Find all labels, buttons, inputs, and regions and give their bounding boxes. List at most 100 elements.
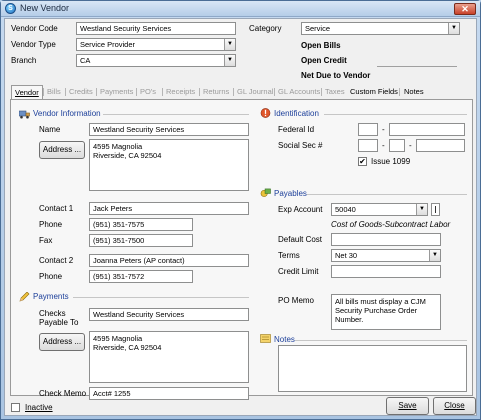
chevron-down-icon[interactable]: ▼: [224, 55, 235, 66]
contact2-label: Contact 2: [39, 256, 74, 265]
tab-divider: [399, 88, 400, 96]
ssn-dash: -: [382, 141, 385, 150]
category-value: Service: [305, 24, 331, 33]
lookup-bar-icon: [435, 206, 436, 213]
ssn-part2-field[interactable]: [389, 139, 405, 152]
dialog-body: Vendor Code Westland Security Services V…: [4, 18, 477, 416]
ssn-dash: -: [409, 141, 412, 150]
tab-divider: [199, 88, 200, 96]
notes-heading: Notes: [274, 335, 295, 344]
terms-label: Terms: [278, 251, 300, 260]
inactive-label-text: Inactive: [25, 403, 53, 412]
vendor-info-heading: Vendor Information: [33, 109, 101, 118]
note-icon: [260, 334, 271, 343]
tab-divider: [274, 88, 275, 96]
alert-icon: [260, 108, 271, 118]
vendor-address-button[interactable]: Address ...: [39, 141, 85, 159]
tab-credits[interactable]: Credits: [66, 85, 96, 99]
terms-select[interactable]: Net 30 ▼: [331, 249, 441, 262]
default-cost-field[interactable]: [331, 233, 441, 246]
new-vendor-window: S New Vendor ✕ Vendor Code Westland Secu…: [0, 0, 481, 420]
category-label: Category: [249, 24, 282, 33]
vendor-tab-page: Vendor Information Name Westland Securit…: [10, 99, 473, 400]
federal-id-suffix-field[interactable]: [389, 123, 465, 136]
payment-address-field[interactable]: 4595 Magnolia Riverside, CA 92504: [89, 331, 249, 383]
vendor-address-field[interactable]: 4595 Magnolia Riverside, CA 92504: [89, 139, 249, 191]
terms-value: Net 30: [335, 251, 358, 260]
close-button[interactable]: Close: [433, 397, 476, 415]
open-credit-label: Open Credit: [301, 56, 347, 65]
chevron-down-icon[interactable]: ▼: [448, 23, 459, 34]
exp-account-label: Exp Account: [278, 205, 323, 214]
close-button-label: Close: [444, 401, 465, 410]
pencil-icon: [19, 292, 30, 302]
tab-bills[interactable]: Bills: [44, 85, 64, 99]
section-rule: [324, 114, 467, 115]
ssn-part3-field[interactable]: [416, 139, 465, 152]
tab-divider: [65, 88, 66, 96]
vendor-code-field[interactable]: Westland Security Services: [76, 22, 236, 35]
tab-custom-fields[interactable]: Custom Fields: [347, 85, 401, 99]
fax-field[interactable]: (951) 351-7500: [89, 234, 193, 247]
total-separator: [377, 66, 457, 67]
title-bar[interactable]: S New Vendor ✕: [1, 1, 480, 17]
section-rule: [103, 114, 249, 115]
ssn-part1-field[interactable]: [358, 139, 378, 152]
vendor-type-select[interactable]: Service Provider ▼: [76, 38, 236, 51]
name-field[interactable]: Westland Security Services: [89, 123, 249, 136]
truck-icon: [19, 110, 30, 119]
payables-heading: Payables: [274, 189, 307, 198]
exp-account-value: 50040: [335, 205, 356, 214]
tab-divider: [43, 88, 44, 96]
federal-id-prefix-field[interactable]: [358, 123, 378, 136]
tab-receipts[interactable]: Receipts: [163, 85, 198, 99]
contact2-field[interactable]: Joanna Peters (AP contact): [89, 254, 249, 267]
tab-vendor[interactable]: Vendor: [11, 85, 43, 100]
tab-payments[interactable]: Payments: [97, 85, 136, 99]
tab-taxes[interactable]: Taxes: [322, 85, 348, 99]
tab-returns[interactable]: Returns: [200, 85, 232, 99]
window-close-button[interactable]: ✕: [454, 3, 476, 15]
fax-label: Fax: [39, 236, 53, 245]
section-rule: [295, 340, 467, 341]
chevron-down-icon[interactable]: ▼: [224, 39, 235, 50]
branch-value: CA: [80, 56, 91, 65]
vendor-type-label: Vendor Type: [11, 40, 56, 49]
window-title: New Vendor: [20, 3, 70, 13]
check-memo-field[interactable]: Acct# 1255: [89, 387, 249, 400]
save-button[interactable]: Save: [386, 397, 429, 415]
save-button-label: Save: [398, 401, 417, 410]
tab-divider: [96, 88, 97, 96]
inactive-label: Inactive: [25, 403, 53, 412]
section-rule: [73, 297, 249, 298]
notes-field[interactable]: [278, 345, 467, 392]
payment-address-button[interactable]: Address ...: [39, 333, 85, 351]
app-logo-icon: S: [5, 3, 16, 14]
default-cost-label: Default Cost: [278, 235, 323, 244]
vendor-code-label: Vendor Code: [11, 24, 58, 33]
exp-account-lookup-button[interactable]: [431, 203, 440, 216]
tab-divider: [136, 88, 137, 96]
tab-notes[interactable]: Notes: [401, 85, 427, 99]
tab-divider: [162, 88, 163, 96]
phone2-field[interactable]: (951) 351-7572: [89, 270, 193, 283]
tab-pos[interactable]: PO's: [137, 85, 159, 99]
branch-select[interactable]: CA ▼: [76, 54, 236, 67]
chevron-down-icon[interactable]: ▼: [429, 250, 440, 261]
po-memo-field[interactable]: All bills must display a CJM Security Pu…: [331, 294, 441, 330]
exp-account-description: Cost of Goods-Subcontract Labor: [331, 220, 451, 229]
phone-field[interactable]: (951) 351-7575: [89, 218, 193, 231]
chevron-down-icon[interactable]: ▼: [416, 204, 427, 215]
po-memo-label: PO Memo: [278, 296, 315, 305]
category-select[interactable]: Service ▼: [301, 22, 460, 35]
net-due-label: Net Due to Vendor: [301, 71, 371, 80]
exp-account-select[interactable]: 50040 ▼: [331, 203, 428, 216]
checks-payable-field[interactable]: Westland Security Services: [89, 308, 249, 321]
payments-heading: Payments: [33, 292, 69, 301]
issue-1099-checkbox[interactable]: ✔: [358, 157, 367, 166]
tab-gl-accounts[interactable]: GL Accounts: [275, 85, 323, 99]
inactive-checkbox[interactable]: [11, 403, 20, 412]
credit-limit-field[interactable]: [331, 265, 441, 278]
tab-gl-journal[interactable]: GL Journal: [234, 85, 276, 99]
contact1-field[interactable]: Jack Peters: [89, 202, 249, 215]
